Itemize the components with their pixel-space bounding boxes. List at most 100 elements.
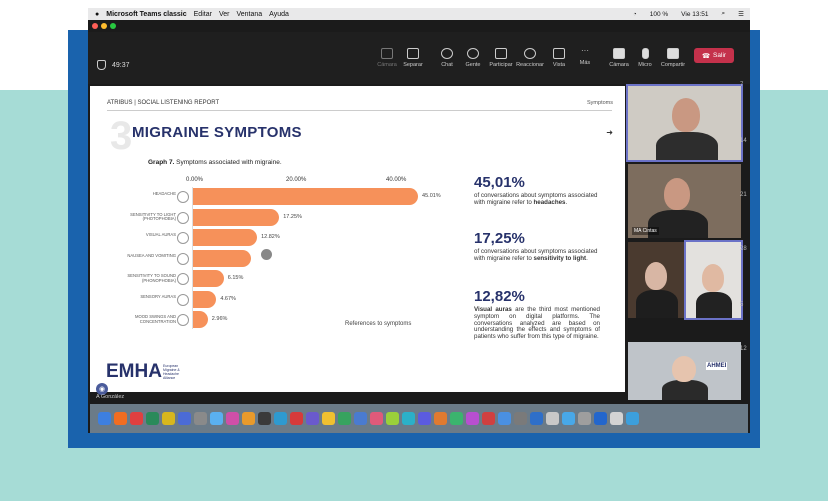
- clock[interactable]: Vie 13:51: [681, 11, 708, 18]
- stat-auras-value: 12,82%: [474, 288, 525, 305]
- dock-app-icon[interactable]: [386, 412, 399, 425]
- stat-headache-text: of conversations about symptoms associat…: [474, 192, 598, 206]
- stat-headache-value: 45,01%: [474, 174, 525, 191]
- stat-light-value: 17,25%: [474, 230, 525, 247]
- raise-hand-button[interactable]: Participar: [485, 48, 517, 68]
- menu-ayuda[interactable]: Ayuda: [269, 11, 289, 18]
- menu-ver[interactable]: Ver: [219, 11, 230, 18]
- dock-app-icon[interactable]: [322, 412, 335, 425]
- dock-app-icon[interactable]: [498, 412, 511, 425]
- bar-value-label: 12.82%: [261, 234, 280, 240]
- participant-tile-5[interactable]: AHMEI: [628, 342, 741, 400]
- close-window-button[interactable]: [92, 23, 98, 29]
- presenter-name: A González: [96, 394, 125, 400]
- battery-label[interactable]: 100 %: [650, 11, 668, 18]
- zoom-window-button[interactable]: [110, 23, 116, 29]
- category-label: NAUSEA AND VOMITING: [127, 252, 176, 258]
- dock-app-icon[interactable]: [530, 412, 543, 425]
- dock-app-icon[interactable]: [562, 412, 575, 425]
- separate-button[interactable]: Separar: [397, 48, 429, 68]
- x-tick-0: 0.00%: [186, 177, 204, 183]
- apple-icon[interactable]: ●: [95, 11, 99, 18]
- dock-app-icon[interactable]: [98, 412, 111, 425]
- dock-app-icon[interactable]: [146, 412, 159, 425]
- calendar-edge-number: 7: [740, 82, 744, 88]
- dock-app-icon[interactable]: [626, 412, 639, 425]
- meeting-timer: 49:37: [97, 60, 130, 70]
- dock-app-icon[interactable]: [610, 412, 623, 425]
- dock-app-icon[interactable]: [466, 412, 479, 425]
- symptom-icon: [177, 191, 189, 203]
- shared-slide: ATRIBUS | SOCIAL LISTENING REPORT Sympto…: [90, 86, 625, 395]
- react-button[interactable]: Reaccionar: [514, 48, 546, 68]
- dock-app-icon[interactable]: [258, 412, 271, 425]
- x-tick-40: 40.00%: [386, 177, 407, 183]
- x-axis-label: References to symptoms: [345, 321, 412, 327]
- dock-app-icon[interactable]: [178, 412, 191, 425]
- window-controls: [92, 23, 116, 29]
- dock-app-icon[interactable]: [482, 412, 495, 425]
- dock-app-icon[interactable]: [242, 412, 255, 425]
- mac-menubar: ● Microsoft Teams classic Editar Ver Ven…: [88, 8, 750, 20]
- menu-editar[interactable]: Editar: [194, 11, 212, 18]
- smiley-icon: [524, 48, 536, 59]
- participant-head: [702, 264, 724, 292]
- control-center-icon[interactable]: ☰: [738, 10, 744, 18]
- category-label: SENSORY AURAS: [140, 293, 176, 299]
- dock-app-icon[interactable]: [274, 412, 287, 425]
- menu-ventana[interactable]: Ventana: [236, 11, 262, 18]
- minimize-window-button[interactable]: [101, 23, 107, 29]
- dock-app-icon[interactable]: [370, 412, 383, 425]
- dock-app-icon[interactable]: [130, 412, 143, 425]
- bar: [193, 229, 258, 246]
- dock-app-icon[interactable]: [546, 412, 559, 425]
- participant-name: MA Cintas: [632, 227, 659, 235]
- participant-tile-2[interactable]: MA Cintas: [628, 164, 741, 238]
- bar: [193, 311, 208, 328]
- participant-logo: AHMEI: [706, 362, 728, 370]
- dock-app-icon[interactable]: [450, 412, 463, 425]
- share-button[interactable]: Compartir: [657, 48, 689, 68]
- mic-icon: [641, 48, 649, 59]
- dock-app-icon[interactable]: [514, 412, 527, 425]
- dock-app-icon[interactable]: [114, 412, 127, 425]
- dock-app-icon[interactable]: [290, 412, 303, 425]
- more-button[interactable]: ··· Más: [569, 47, 601, 67]
- dock-app-icon[interactable]: [594, 412, 607, 425]
- dock-app-icon[interactable]: [194, 412, 207, 425]
- dock-app-icon[interactable]: [434, 412, 447, 425]
- dock-app-icon[interactable]: [578, 412, 591, 425]
- dock-app-icon[interactable]: [402, 412, 415, 425]
- symptom-icon: [177, 314, 189, 326]
- symptom-icon: [177, 211, 189, 224]
- dock-app-icon[interactable]: [418, 412, 431, 425]
- stat-auras-text: Visual auras are the third most mentione…: [474, 306, 600, 341]
- calendar-edge-number: 5: [740, 302, 744, 308]
- dock-app-icon[interactable]: [338, 412, 351, 425]
- graph-title: Graph 7. Symptoms associated with migrai…: [148, 159, 282, 166]
- category-label: SENSITIVITY TO SOUND (PHONOPHOBIA): [127, 273, 176, 283]
- participant-body: [696, 292, 732, 318]
- bar: [193, 249, 251, 267]
- search-icon[interactable]: ⌕: [722, 10, 726, 18]
- dock-app-icon[interactable]: [162, 412, 175, 425]
- bar-value-label: 45.01%: [422, 193, 441, 199]
- bar: [193, 290, 217, 308]
- dock-app-icon[interactable]: [354, 412, 367, 425]
- shield-icon: [97, 60, 106, 70]
- bar: [193, 188, 419, 205]
- wifi-icon[interactable]: ◔: [633, 11, 637, 18]
- slide-title: MIGRAINE SYMPTOMS: [132, 124, 302, 141]
- dock-app-icon[interactable]: [210, 412, 223, 425]
- participant-tile-4[interactable]: [684, 240, 743, 320]
- dock-app-icon[interactable]: [306, 412, 319, 425]
- screen-icon: [381, 48, 393, 59]
- dock-app-icon[interactable]: [226, 412, 239, 425]
- participant-tile-3[interactable]: [628, 242, 685, 318]
- bar-value-label: 2.96%: [211, 316, 228, 322]
- chat-icon: [441, 48, 453, 59]
- app-menu[interactable]: Microsoft Teams classic: [106, 11, 186, 18]
- participant-tile-1[interactable]: [626, 84, 743, 162]
- slide-divider: [107, 110, 612, 111]
- leave-button[interactable]: ☎ Salir: [694, 48, 734, 63]
